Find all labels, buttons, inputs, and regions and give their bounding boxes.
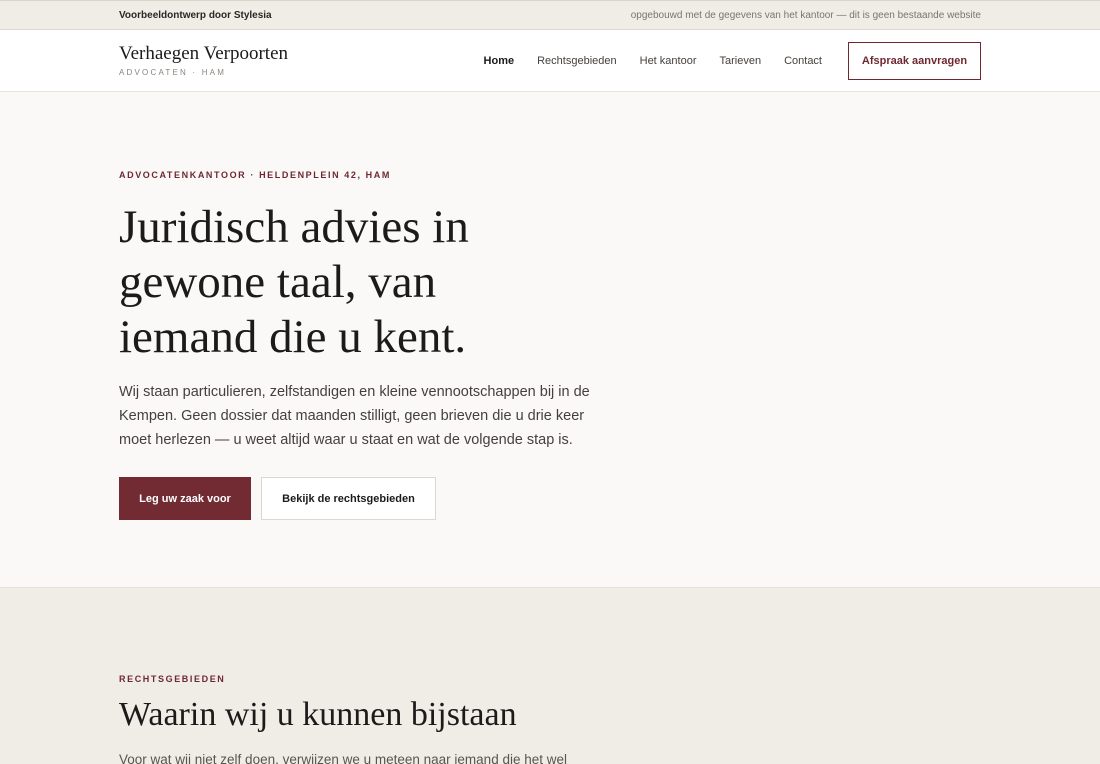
brand-name: Verhaegen Verpoorten bbox=[119, 43, 288, 64]
practice-areas-section: RECHTSGEBIEDEN Waarin wij u kunnen bijst… bbox=[0, 587, 1100, 764]
main-nav: Home Rechtsgebieden Het kantoor Tarieven… bbox=[461, 41, 981, 80]
nav-het-kantoor[interactable]: Het kantoor bbox=[640, 55, 697, 67]
brand-tagline: ADVOCATEN · HAM bbox=[119, 68, 227, 77]
demo-banner: Voorbeeldontwerp door Stylesia opgebouwd… bbox=[0, 0, 1100, 30]
demo-banner-credit: Voorbeeldontwerp door Stylesia bbox=[119, 9, 272, 21]
view-practice-areas-button[interactable]: Bekijk de rechtsgebieden bbox=[261, 477, 436, 520]
areas-eyebrow: RECHTSGEBIEDEN bbox=[119, 674, 226, 684]
areas-intro: Voor wat wij niet zelf doen, verwijzen w… bbox=[119, 752, 567, 764]
submit-case-button[interactable]: Leg uw zaak voor bbox=[119, 477, 251, 520]
hero-section: ADVOCATENKANTOOR · HELDENPLEIN 42, HAM J… bbox=[0, 92, 1100, 587]
brand-logo[interactable]: Verhaegen Verpoorten ADVOCATEN · HAM bbox=[119, 44, 288, 77]
hero-intro: Wij staan particulieren, zelfstandigen e… bbox=[119, 384, 590, 448]
site-header: Verhaegen Verpoorten ADVOCATEN · HAM Hom… bbox=[0, 30, 1100, 92]
areas-title: Waarin wij u kunnen bijstaan bbox=[119, 696, 517, 733]
hero-eyebrow: ADVOCATENKANTOOR · HELDENPLEIN 42, HAM bbox=[119, 170, 391, 180]
nav-contact[interactable]: Contact bbox=[784, 55, 822, 67]
appointment-button[interactable]: Afspraak aanvragen bbox=[848, 41, 981, 80]
nav-home[interactable]: Home bbox=[484, 55, 515, 67]
nav-tarieven[interactable]: Tarieven bbox=[720, 55, 762, 67]
demo-banner-disclaimer: opgebouwd met de gegevens van het kantoo… bbox=[630, 9, 981, 21]
nav-rechtsgebieden[interactable]: Rechtsgebieden bbox=[537, 55, 617, 67]
hero-title: Juridisch advies in gewone taal, van iem… bbox=[119, 201, 469, 363]
